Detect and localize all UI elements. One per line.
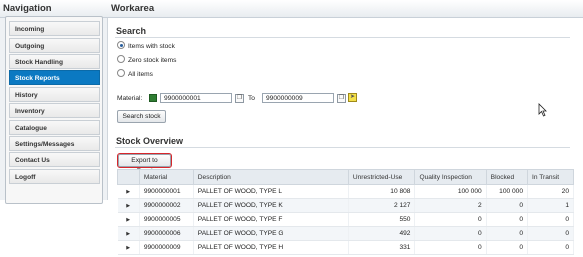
cell-in-transit: 0 [527,212,574,227]
cell-description: PALLET OF WOOD, TYPE F [193,212,349,227]
nav-item-contact-us[interactable]: Contact Us [9,152,100,167]
column-header-material[interactable]: Material [138,169,194,185]
table-row[interactable]: ▶ 9900000001 PALLET OF WOOD, TYPE L 10 8… [117,184,574,199]
cell-description: PALLET OF WOOD, TYPE K [193,198,349,213]
cell-unrestricted-use: 492 [348,226,416,241]
cell-unrestricted-use: 550 [348,212,416,227]
stock-overview-table: Material Description Unrestricted-Use Qu… [117,169,574,255]
cell-quality-inspection: 2 [414,198,487,213]
nav-item-catalogue[interactable]: Catalogue [9,120,100,135]
material-to-input[interactable] [262,93,334,103]
cell-quality-inspection: 0 [414,212,487,227]
nav-item-logoff[interactable]: Logoff [9,169,100,184]
expand-row-icon[interactable]: ▶ [117,184,140,199]
multiple-selection-icon[interactable]: ➤ [348,93,357,102]
nav-item-settings-messages[interactable]: Settings/Messages [9,136,100,151]
material-label: Material: [117,95,143,102]
material-from-input[interactable] [160,93,232,103]
cell-blocked: 0 [486,198,529,213]
column-header-blocked[interactable]: Blocked [485,169,529,185]
export-to-excel-button[interactable]: Export to Excel [117,153,172,175]
expand-row-icon[interactable]: ▶ [117,226,140,241]
expand-row-icon[interactable]: ▶ [117,198,140,213]
cell-unrestricted-use: 10 808 [348,184,416,199]
table-row[interactable]: ▶ 9900000006 PALLET OF WOOD, TYPE G 492 … [117,226,574,241]
nav-item-stock-reports[interactable]: Stock Reports [9,70,100,85]
row-selector-header [117,169,140,185]
radio-label: Zero stock items [128,57,177,64]
nav-item-history[interactable]: History [9,87,100,102]
cell-blocked: 0 [486,212,529,227]
navigation-title: Navigation [3,3,52,14]
table-row[interactable]: ▶ 9900000005 PALLET OF WOOD, TYPE F 550 … [117,212,574,227]
cell-blocked: 0 [486,240,529,255]
cell-description: PALLET OF WOOD, TYPE H [193,240,349,255]
radio-selected-icon[interactable] [117,41,125,50]
radio-label: Items with stock [128,43,175,50]
cell-unrestricted-use: 2 127 [348,198,416,213]
cell-material: 9900000005 [139,212,194,227]
nav-item-stock-handling[interactable]: Stock Handling [9,54,100,69]
cell-material: 9900000002 [139,198,194,213]
cell-in-transit: 20 [527,184,574,199]
column-header-quality-inspection[interactable]: Quality Inspection [414,169,487,185]
cell-quality-inspection: 100 000 [414,184,487,199]
table-row[interactable]: ▶ 9900000002 PALLET OF WOOD, TYPE K 2 12… [117,198,574,213]
stock-overview-title: Stock Overview [116,136,184,146]
radio-icon[interactable] [117,69,125,78]
expand-row-icon[interactable]: ▶ [117,240,140,255]
column-header-in-transit[interactable]: In Transit [527,169,574,185]
radio-items-with-stock[interactable]: Items with stock [117,41,175,52]
to-label: To [248,95,255,102]
search-divider [115,37,570,38]
cell-in-transit: 0 [527,240,574,255]
workarea-title: Workarea [111,3,155,14]
cell-in-transit: 0 [527,226,574,241]
nav-item-incoming[interactable]: Incoming [9,21,100,36]
cell-quality-inspection: 0 [414,240,487,255]
search-stock-button[interactable]: Search stock [117,110,166,123]
nav-item-outgoing[interactable]: Outgoing [9,38,100,53]
search-section-title: Search [116,26,147,36]
cell-material: 9900000006 [139,226,194,241]
expand-row-icon[interactable]: ▶ [117,212,140,227]
radio-icon[interactable] [117,55,125,64]
cell-in-transit: 1 [527,198,574,213]
navigation-menu: Incoming Outgoing Stock Handling Stock R… [5,16,103,204]
table-row[interactable]: ▶ 9900000009 PALLET OF WOOD, TYPE H 331 … [117,240,574,255]
radio-zero-stock-items[interactable]: Zero stock items [117,55,177,66]
cell-description: PALLET OF WOOD, TYPE G [193,226,349,241]
column-header-unrestricted-use[interactable]: Unrestricted-Use [347,169,416,185]
radio-label: All items [128,71,153,78]
table-header-row: Material Description Unrestricted-Use Qu… [117,169,574,185]
material-status-icon [149,94,157,102]
column-header-description[interactable]: Description [192,169,349,185]
overview-divider [115,147,570,148]
cell-unrestricted-use: 331 [348,240,416,255]
value-help-icon[interactable]: ❐ [235,94,244,103]
cell-blocked: 0 [486,226,529,241]
value-help-icon[interactable]: ❐ [337,94,346,103]
cell-description: PALLET OF WOOD, TYPE L [193,184,349,199]
radio-all-items[interactable]: All items [117,69,153,80]
mouse-pointer-icon [538,103,547,117]
cell-material: 9900000001 [139,184,194,199]
cell-material: 9900000009 [139,240,194,255]
nav-item-inventory[interactable]: Inventory [9,103,100,118]
cell-blocked: 100 000 [486,184,529,199]
cell-quality-inspection: 0 [414,226,487,241]
